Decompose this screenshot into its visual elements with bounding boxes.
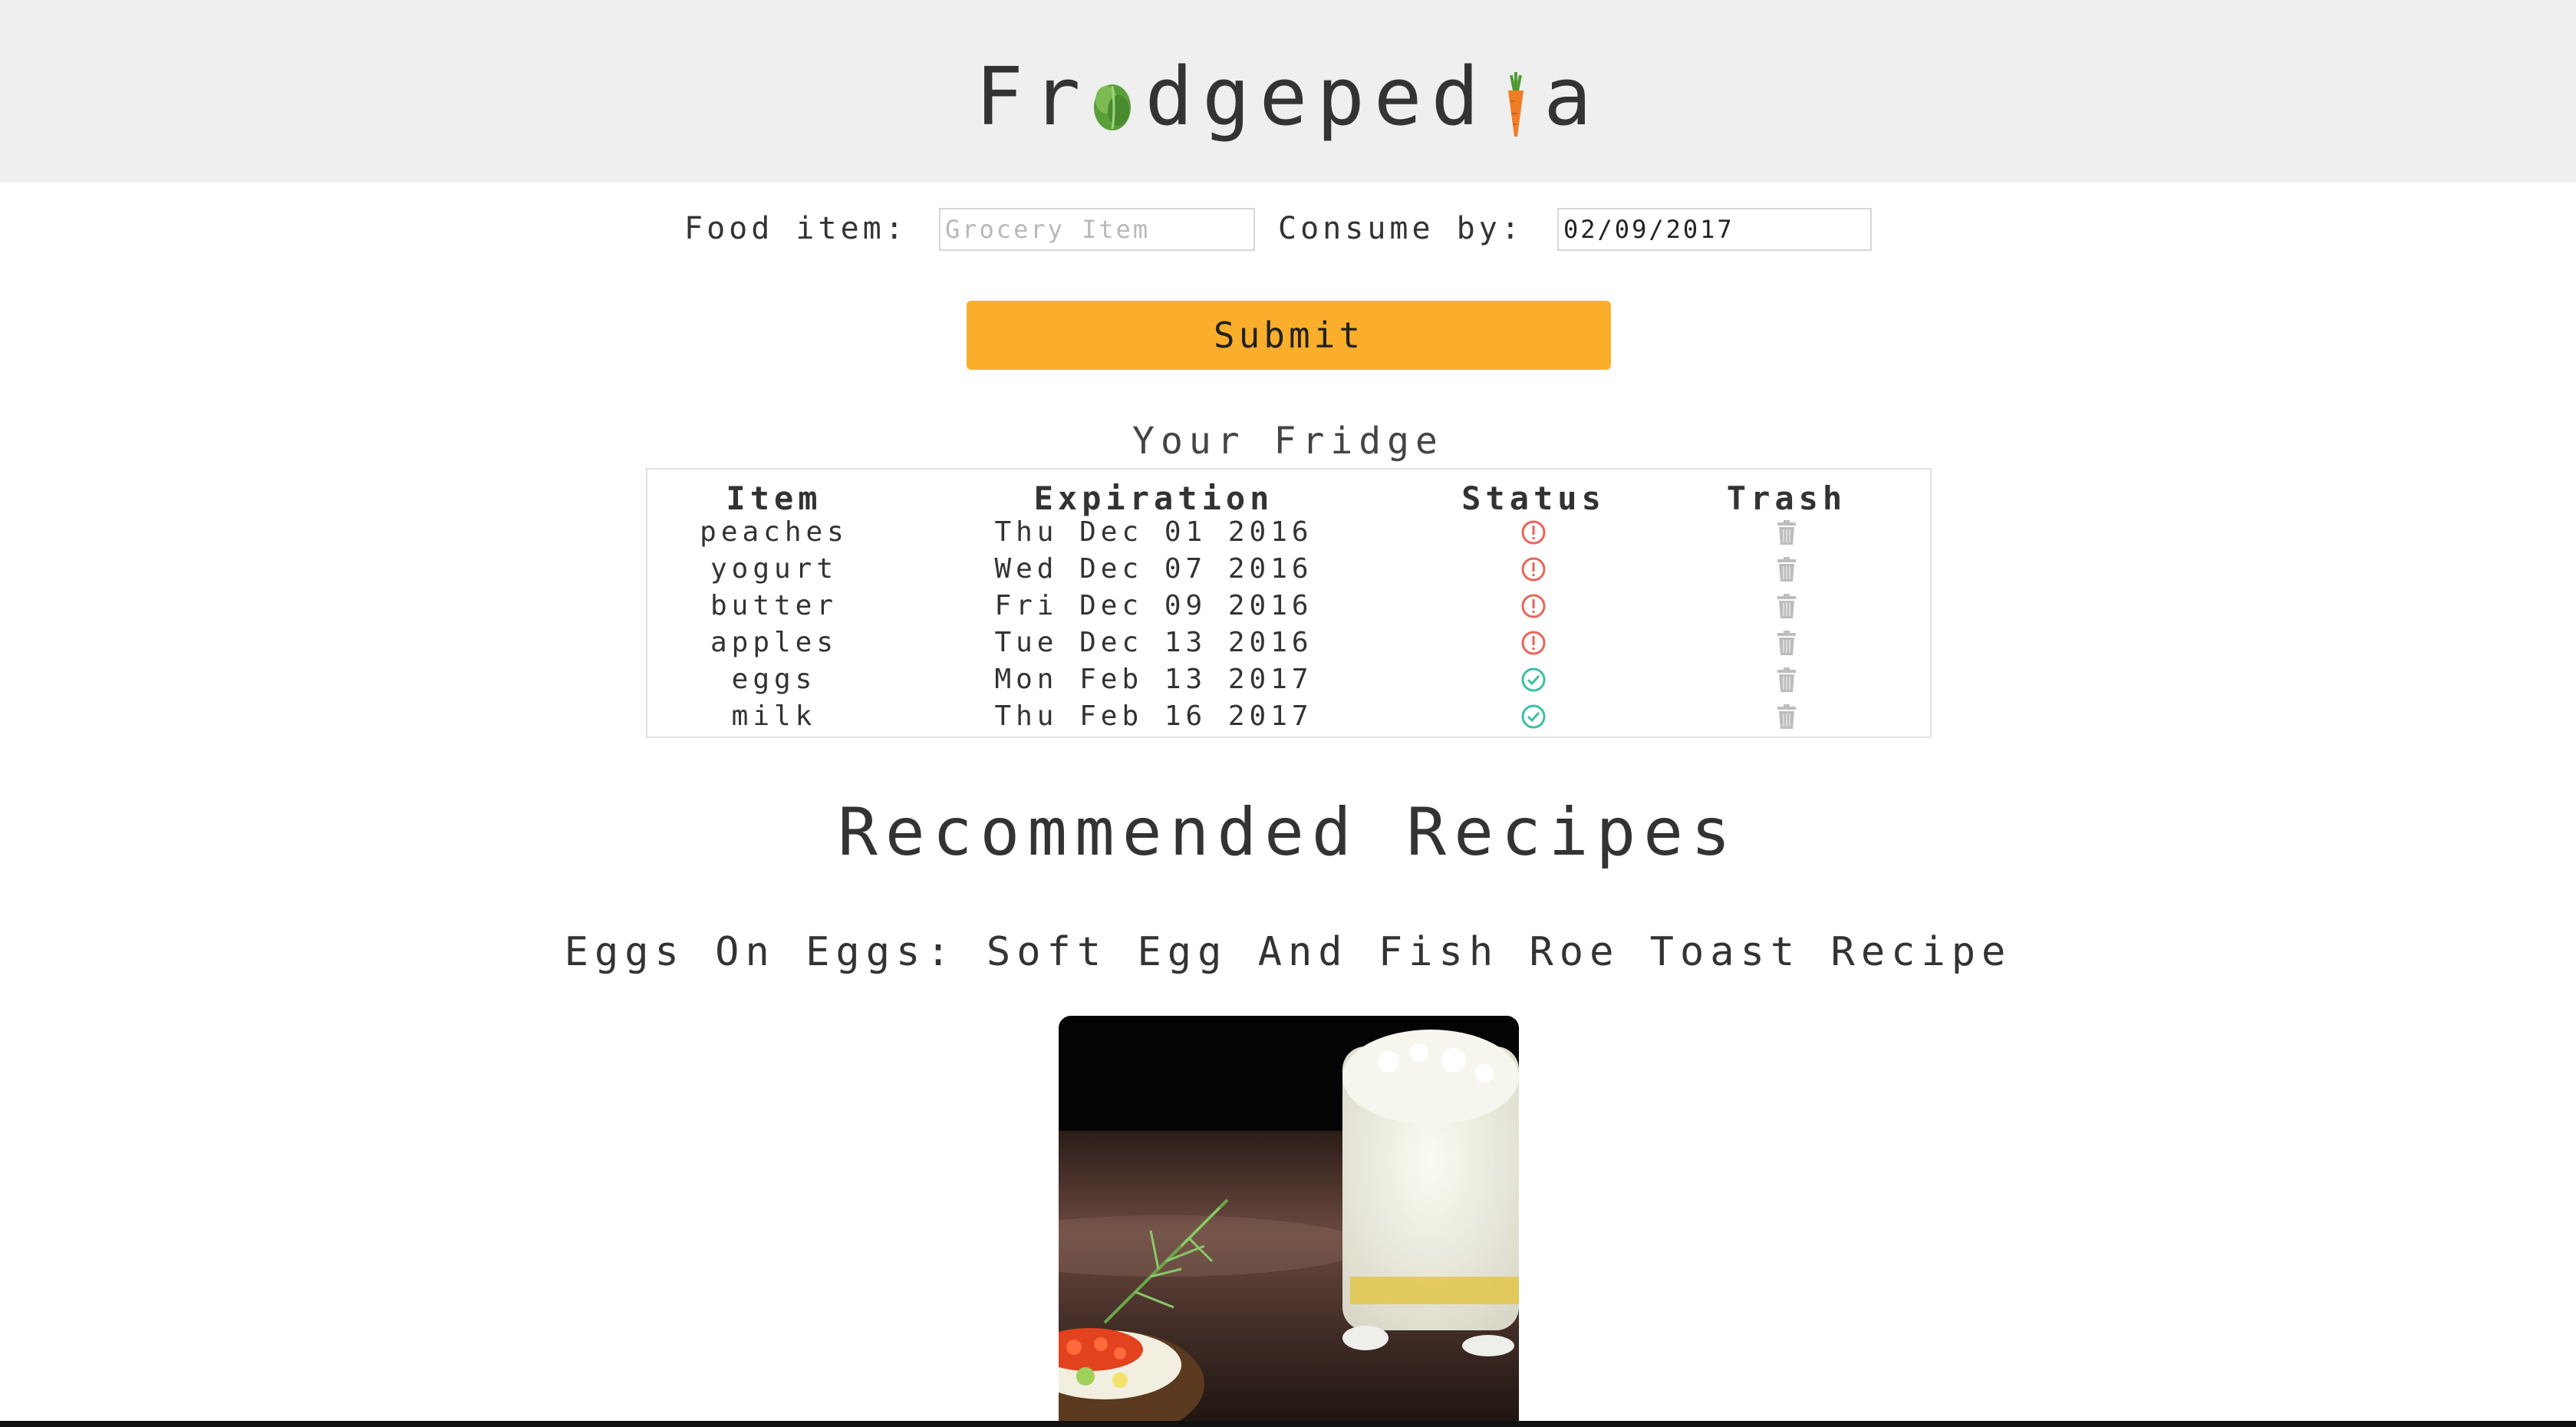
- table-row: milk Thu Feb 16 2017: [647, 698, 1930, 735]
- item-name: peaches: [700, 516, 848, 548]
- trash-icon[interactable]: [1660, 625, 1913, 661]
- table-row: yogurt Wed Dec 07 2016: [647, 551, 1930, 588]
- consume-by-input[interactable]: [1557, 208, 1872, 251]
- carrot-icon: [1488, 58, 1543, 137]
- add-item-form: Food item: Consume by:: [0, 206, 2576, 256]
- trash-icon[interactable]: [1660, 661, 1913, 698]
- trash-icon[interactable]: [1660, 551, 1913, 588]
- expiration-date: Fri Dec 09 2016: [994, 590, 1313, 621]
- expiration-date: Tue Dec 13 2016: [994, 627, 1313, 658]
- logo-text-start: Fr: [975, 49, 1090, 143]
- table-row: apples Tue Dec 13 2016: [647, 625, 1930, 661]
- table-row: butter Fri Dec 09 2016: [647, 588, 1930, 625]
- alert-circle-icon: [1407, 588, 1660, 625]
- logo-text-middle: dgeped: [1145, 49, 1489, 143]
- alert-circle-icon: [1407, 551, 1660, 588]
- item-name: milk: [731, 700, 817, 732]
- consume-by-label: Consume by:: [1278, 211, 1524, 246]
- fridge-table: Item Expiration Status Trash peaches Thu …: [646, 468, 1932, 738]
- recipe-photo[interactable]: [1059, 1016, 1519, 1427]
- trash-icon[interactable]: [1660, 588, 1913, 625]
- fridge-title: Your Fridge: [1132, 420, 1444, 463]
- expiration-date: Thu Feb 16 2017: [994, 700, 1313, 732]
- item-name: eggs: [731, 664, 817, 695]
- logo-text-end: a: [1543, 49, 1601, 143]
- food-item-label: Food item:: [684, 211, 908, 246]
- recommended-recipes-title: Recommended Recipes: [838, 794, 1738, 871]
- check-circle-icon: [1407, 698, 1660, 735]
- expiration-date: Wed Dec 07 2016: [994, 553, 1313, 585]
- expiration-date: Mon Feb 13 2017: [994, 664, 1313, 695]
- alert-circle-icon: [1407, 514, 1660, 551]
- table-row: peaches Thu Dec 01 2016: [647, 514, 1930, 551]
- food-item-input[interactable]: [939, 208, 1255, 251]
- check-circle-icon: [1407, 661, 1660, 698]
- item-name: apples: [710, 627, 838, 658]
- site-header: Fr dgeped a: [0, 0, 2576, 183]
- trash-icon[interactable]: [1660, 514, 1913, 551]
- expiration-date: Thu Dec 01 2016: [994, 516, 1313, 548]
- logo[interactable]: Fr dgeped a: [0, 37, 2576, 150]
- submit-button[interactable]: Submit: [967, 301, 1611, 370]
- item-name: butter: [710, 590, 838, 621]
- item-name: yogurt: [710, 553, 838, 585]
- bottom-edge: [0, 1421, 2576, 1427]
- lettuce-icon: [1089, 58, 1145, 135]
- recipe-title[interactable]: Eggs On Eggs: Soft Egg And Fish Roe Toas…: [0, 925, 2576, 979]
- alert-circle-icon: [1407, 625, 1660, 661]
- trash-icon[interactable]: [1660, 698, 1913, 735]
- table-row: eggs Mon Feb 13 2017: [647, 661, 1930, 698]
